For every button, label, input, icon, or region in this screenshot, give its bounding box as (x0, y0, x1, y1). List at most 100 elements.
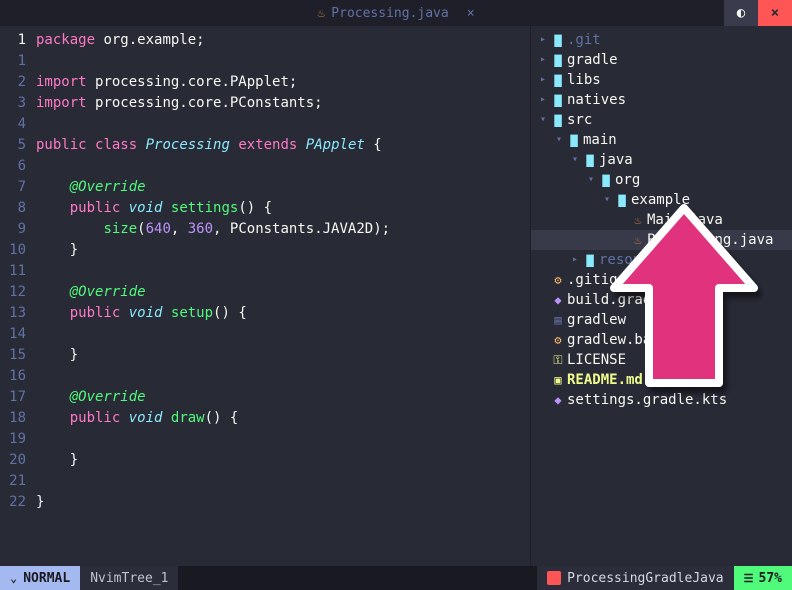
gear-icon: ⚙ (549, 270, 567, 290)
branch-segment: ProcessingGradleJava (537, 566, 734, 590)
tree-node[interactable]: ▤gradlew (531, 310, 792, 330)
code-line[interactable] (36, 429, 530, 450)
folder-open-icon: ▇ (613, 190, 631, 210)
folder-open-icon: ▇ (549, 110, 567, 130)
line-number: 13 (0, 303, 26, 324)
chevron-down-icon[interactable] (585, 170, 597, 190)
tree-node[interactable]: ▇.git (531, 30, 792, 50)
code-line[interactable]: } (36, 345, 530, 366)
tree-node[interactable]: ♨Main.java (531, 210, 792, 230)
mode-icon: ⌄ (10, 571, 17, 585)
tree-node[interactable]: ▇resources (531, 250, 792, 270)
code-line[interactable]: @Override (36, 177, 530, 198)
tree-node[interactable]: ⚙.gitignore (531, 270, 792, 290)
line-number: 4 (0, 114, 26, 135)
tree-node[interactable]: ▣README.md (531, 370, 792, 390)
line-number: 19 (0, 429, 26, 450)
window-close-button[interactable]: × (758, 0, 792, 26)
tree-node[interactable]: ▇org (531, 170, 792, 190)
chevron-down-icon[interactable] (601, 190, 613, 210)
chevron-right-icon[interactable] (537, 50, 549, 70)
line-number: 3 (0, 93, 26, 114)
line-gutter: 112345678910111213141516171819202122 (0, 30, 36, 566)
code-line[interactable]: public void setup() { (36, 303, 530, 324)
tree-label: main (583, 130, 617, 150)
tree-node[interactable]: ▇main (531, 130, 792, 150)
folder-open-icon: ▇ (597, 170, 615, 190)
chevron-right-icon[interactable] (537, 30, 549, 50)
tree-label: gradlew (567, 310, 626, 330)
line-number: 11 (0, 261, 26, 282)
line-number: 18 (0, 408, 26, 429)
status-line: ⌄ NORMAL NvimTree_1 ProcessingGradleJava… (0, 566, 792, 590)
code-line[interactable]: public class Processing extends PApplet … (36, 135, 530, 156)
branch-name: ProcessingGradleJava (567, 571, 724, 586)
chevron-right-icon[interactable] (537, 90, 549, 110)
gradle-icon: ◆ (549, 290, 567, 310)
code-line[interactable] (36, 471, 530, 492)
code-line[interactable]: } (36, 492, 530, 513)
txt-icon: ▤ (549, 310, 567, 330)
line-number: 21 (0, 471, 26, 492)
mode-label: NORMAL (23, 571, 70, 586)
tree-label: build.gradle.kts (567, 290, 702, 310)
tree-node[interactable]: ▇natives (531, 90, 792, 110)
folder-icon: ▇ (549, 90, 567, 110)
tree-label: gradle (567, 50, 618, 70)
folder-icon: ▇ (549, 30, 567, 50)
code-line[interactable]: public void settings() { (36, 198, 530, 219)
line-number: 9 (0, 219, 26, 240)
line-number: 10 (0, 240, 26, 261)
java-icon: ♨ (629, 210, 647, 230)
folder-open-icon: ▇ (565, 130, 583, 150)
code-line[interactable] (36, 156, 530, 177)
code-line[interactable] (36, 114, 530, 135)
tree-node[interactable]: ⚿LICENSE (531, 350, 792, 370)
line-number: 17 (0, 387, 26, 408)
percent-label: 57% (759, 571, 782, 586)
tab-close-icon[interactable]: × (467, 6, 475, 21)
line-number: 22 (0, 492, 26, 513)
code-line[interactable]: import processing.core.PApplet; (36, 72, 530, 93)
code-line[interactable]: size(640, 360, PConstants.JAVA2D); (36, 219, 530, 240)
lic-icon: ⚿ (549, 350, 567, 370)
window-toggle-button[interactable]: ◐ (724, 0, 758, 26)
code-line[interactable] (36, 324, 530, 345)
code-line[interactable]: public void draw() { (36, 408, 530, 429)
tree-label: gradlew.bat (567, 330, 660, 350)
tree-node[interactable]: ▇java (531, 150, 792, 170)
progress-icon: ☰ (744, 572, 753, 585)
code-area[interactable]: package org.example; import processing.c… (36, 30, 530, 566)
tree-node[interactable]: ▇gradle (531, 50, 792, 70)
tree-node[interactable]: ▇src (531, 110, 792, 130)
tree-label: README.md (567, 370, 643, 390)
chevron-right-icon[interactable] (569, 250, 581, 270)
chevron-right-icon[interactable] (537, 70, 549, 90)
tree-label: settings.gradle.kts (567, 390, 727, 410)
code-line[interactable] (36, 51, 530, 72)
tree-node[interactable]: ▇libs (531, 70, 792, 90)
recording-icon (547, 571, 561, 585)
tree-node[interactable]: ▇example (531, 190, 792, 210)
code-line[interactable]: } (36, 240, 530, 261)
file-tree[interactable]: ▇.git▇gradle▇libs▇natives▇src▇main▇java▇… (530, 26, 792, 566)
code-editor[interactable]: 112345678910111213141516171819202122 pac… (0, 26, 530, 566)
code-line[interactable]: package org.example; (36, 30, 530, 51)
chevron-down-icon[interactable] (553, 130, 565, 150)
tree-node[interactable]: ♨Processing.java (531, 230, 792, 250)
code-line[interactable] (36, 261, 530, 282)
chevron-down-icon[interactable] (537, 110, 549, 130)
line-number: 7 (0, 177, 26, 198)
code-line[interactable] (36, 366, 530, 387)
tree-node[interactable]: ◆settings.gradle.kts (531, 390, 792, 410)
tree-node[interactable]: ⚙gradlew.bat (531, 330, 792, 350)
tree-label: .gitignore (567, 270, 651, 290)
code-line[interactable]: @Override (36, 282, 530, 303)
tree-node[interactable]: ◆build.gradle.kts (531, 290, 792, 310)
tree-label: java (599, 150, 633, 170)
folder-icon: ▇ (549, 70, 567, 90)
code-line[interactable]: } (36, 450, 530, 471)
chevron-down-icon[interactable] (569, 150, 581, 170)
code-line[interactable]: @Override (36, 387, 530, 408)
code-line[interactable]: import processing.core.PConstants; (36, 93, 530, 114)
